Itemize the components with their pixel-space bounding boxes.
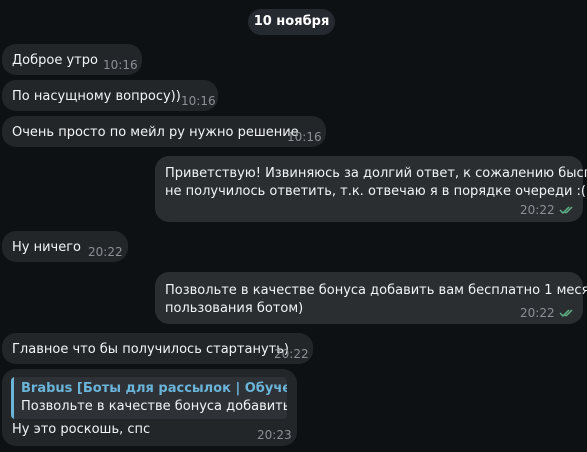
message-text: Ну это роскошь, спс [12, 422, 151, 437]
message-text: Главное что бы получилось стартануть) [12, 342, 289, 357]
double-check-icon [559, 206, 573, 215]
message-text: Доброе утро [12, 53, 98, 68]
message-incoming[interactable]: Главное что бы получилось стартануть) 20… [2, 333, 313, 364]
message-text-line: пользования ботом) [165, 301, 304, 316]
message-text-line: не получилось ответить, т.к. отвечаю я в… [165, 184, 587, 199]
reply-snippet: Позвольте в качестве бонуса добавить ... [21, 399, 287, 414]
reply-accent-bar [11, 377, 14, 419]
message-time: 20:22 [88, 245, 123, 259]
double-check-icon [559, 309, 573, 318]
message-time: 20:22 [274, 347, 309, 361]
message-time: 10:16 [181, 94, 216, 108]
reply-author: Brabus [Боты для рассылок | Обучение] [21, 381, 287, 396]
message-time: 20:22 [520, 306, 555, 320]
reply-quote[interactable]: Brabus [Боты для рассылок | Обучение] По… [11, 377, 287, 419]
message-incoming[interactable]: Доброе утро 10:16 [2, 44, 142, 75]
message-outgoing[interactable]: Приветствую! Извиняюсь за долгий ответ, … [155, 156, 587, 222]
message-text-line: Приветствую! Извиняюсь за долгий ответ, … [165, 166, 587, 181]
message-incoming[interactable]: Ну ничего 20:22 [2, 231, 128, 262]
message-incoming[interactable]: Очень просто по мейл ру нужно решение 10… [2, 116, 326, 147]
message-time: 20:23 [257, 428, 292, 442]
message-incoming-reply[interactable]: Brabus [Боты для рассылок | Обучение] По… [2, 369, 297, 446]
message-time: 10:16 [287, 130, 322, 144]
date-separator: 10 ноября [248, 9, 335, 35]
message-text: По насущному вопросу)) [12, 89, 181, 104]
message-text: Ну ничего [12, 240, 82, 255]
message-outgoing[interactable]: Позвольте в качестве бонуса добавить вам… [155, 272, 587, 324]
message-time: 20:22 [520, 203, 555, 217]
message-incoming[interactable]: По насущному вопросу)) 10:16 [2, 80, 218, 111]
message-text: Очень просто по мейл ру нужно решение [12, 125, 299, 140]
message-text-line: Позвольте в качестве бонуса добавить вам… [165, 283, 587, 298]
message-time: 10:16 [103, 58, 138, 72]
